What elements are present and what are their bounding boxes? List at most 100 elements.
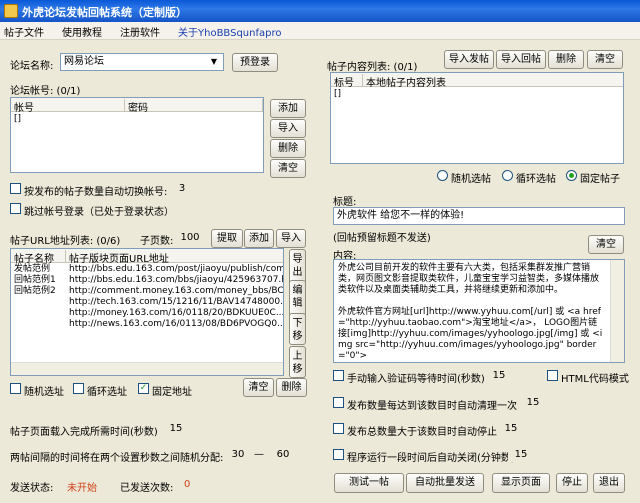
clear-body-button[interactable]: 清空 [588,235,624,254]
accounts-col-account: 帐号 [11,99,125,114]
url-list[interactable]: 帖子名称 帖子版块页面URL地址 发帖范例 http://bbs.edu.163… [10,248,284,376]
menu-about[interactable]: 关于YhoBBSqunfapro [178,24,282,39]
content-col-local: 本地帖子内容列表 [363,74,623,89]
delete-content-button[interactable]: 删除 [548,50,584,69]
content-list[interactable]: 标号 本地帖子内容列表 [] [330,72,624,164]
html-mode-label: HTML代码模式 [561,374,629,385]
prelogin-button[interactable]: 预登录 [232,53,278,72]
list-item[interactable]: [] [14,114,21,125]
interval-max-value[interactable]: 60 [270,447,296,462]
load-time-label: 帖子页面载入完成所需时间(秒数) [10,427,158,438]
captcha-checkbox[interactable] [333,370,344,381]
status-label: 发送状态: [10,483,54,494]
loop-url-checkbox[interactable] [73,383,84,394]
captcha-value[interactable]: 15 [486,368,512,383]
chevron-down-icon: ▼ [210,57,218,66]
fixed-post-radio[interactable] [566,170,577,181]
url-list-hscroll[interactable] [11,362,283,375]
menu-bar: 帖子文件 使用教程 注册软件 关于YhoBBSqunfapro [0,22,640,40]
move-down-button[interactable]: 下移 [289,313,306,345]
content-text: 外虎公司目前开发的软件主要有六大类，包括采集群发推广营销类，网页图文影音提取类软… [338,263,600,295]
url-list-label: 帖子URL地址列表: (0/6) [10,236,121,247]
extract-button[interactable]: 提取 [211,229,243,248]
table-row-url[interactable]: http://tech.163.com/15/1216/11/BAV147480… [69,297,283,308]
table-row[interactable]: 回帖范例1 [14,275,56,286]
loop-post-radio[interactable] [502,170,513,181]
import-account-button[interactable]: 导入 [270,119,306,138]
content-list-label: 帖子内容列表: (0/1) [327,62,418,73]
stop-after-checkbox[interactable] [333,423,344,434]
url-col-address: 帖子版块页面URL地址 [66,250,283,265]
menu-register[interactable]: 注册软件 [120,24,160,39]
fixed-url-label: 固定地址 [152,387,192,398]
delete-url-button[interactable]: 删除 [276,378,307,397]
random-post-radio[interactable] [437,170,448,181]
close-after-value[interactable]: 15 [508,447,534,462]
table-row-url: http://bbs.edu.163.com/post/jiaoyu/publi… [69,264,284,274]
table-row-url: http://bbs.edu.163.com/bbs/jiaoyu/425963… [69,275,284,285]
batch-send-button[interactable]: 自动批量发送 [406,473,484,493]
test-post-button[interactable]: 测试一帖 [334,473,404,493]
table-row-url[interactable]: http://news.163.com/16/0113/08/BD6PVOGQ0… [69,319,283,330]
clear-after-checkbox[interactable] [333,397,344,408]
skip-login-checkbox[interactable] [10,203,21,214]
skip-login-label: 跳过帐号登录（已处于登录状态） [24,207,174,218]
forum-select[interactable]: 网易论坛 ▼ [60,53,224,71]
clear-accounts-button[interactable]: 清空 [270,159,306,178]
content-vscroll[interactable] [610,260,624,362]
loop-post-label: 循环选帖 [516,174,556,185]
content-text-2: 外虎软件官方网址[url]http://www.yyhuu.com[/url] … [338,307,603,361]
interval-dash: — [254,449,264,460]
delete-account-button[interactable]: 删除 [270,139,306,158]
close-after-checkbox[interactable] [333,449,344,460]
accounts-list[interactable]: 帐号 密码 [] [10,97,264,173]
window-title: 外虎论坛发帖回帖系统（定制版） [22,6,187,19]
fixed-url-checkbox[interactable]: ✓ [138,383,149,394]
clear-after-label: 发布数量每达到该数目时自动清理一次 [347,401,517,412]
content-col-index: 标号 [331,74,363,89]
title-input[interactable]: 外虎软件 给您不一样的体验! [333,207,625,225]
table-row-url: http://comment.money.163.com/money_bbs/B… [69,286,284,296]
menu-tutorial[interactable]: 使用教程 [62,24,102,39]
load-time-value[interactable]: 15 [162,421,190,436]
import-reply-button[interactable]: 导入回帖 [496,50,546,69]
fixed-post-label: 固定帖子 [580,174,620,185]
auto-switch-label: 按发布的帖子数量自动切换帐号: [24,187,168,198]
list-item[interactable]: [] [334,89,341,100]
table-row[interactable]: 发帖范例 [14,264,50,275]
show-page-button[interactable]: 显示页面 [492,473,550,493]
add-account-button[interactable]: 添加 [270,99,306,118]
auto-switch-checkbox[interactable] [10,183,21,194]
clear-after-value[interactable]: 15 [520,395,546,410]
forum-label: 论坛名称: [10,61,54,72]
table-row-url[interactable]: http://money.163.com/16/0118/20/BDKUUE0C… [69,308,283,319]
stop-after-label: 发布总数量大于该数目时自动停止 [347,427,497,438]
pages-label: 子页数: [140,236,174,247]
stop-after-value[interactable]: 15 [498,421,524,436]
pages-value[interactable]: 100 [176,230,204,245]
table-row[interactable]: 回帖范例2 [14,286,56,297]
title-label: 标题: [333,197,357,208]
close-after-label: 程序运行一段时间后自动关闭(分钟数) [347,453,515,464]
import-url-button[interactable]: 导入 [276,229,306,248]
auto-switch-value[interactable]: 3 [170,181,194,196]
import-post-button[interactable]: 导入发帖 [444,50,494,69]
exit-button[interactable]: 退出 [593,473,625,493]
stop-button[interactable]: 停止 [556,473,588,493]
edit-url-button[interactable]: 编辑 [289,280,306,317]
sent-count-label: 已发送次数: [120,483,174,494]
random-post-label: 随机选帖 [451,174,491,185]
url-col-name: 帖子名称 [11,250,66,265]
app-icon [4,4,18,18]
captcha-label: 手动输入验证码等待时间(秒数) [347,374,485,385]
content-textarea[interactable]: 外虎公司目前开发的软件主要有六大类，包括采集群发推广营销类，网页图文影音提取类软… [333,259,625,363]
clear-content-button[interactable]: 清空 [587,50,623,69]
move-up-button[interactable]: 上移 [289,346,306,378]
menu-post-file[interactable]: 帖子文件 [4,24,44,39]
add-url-button[interactable]: 添加 [244,229,274,248]
clear-url-button[interactable]: 清空 [243,378,274,397]
status-value: 未开始 [67,483,97,494]
random-url-checkbox[interactable] [10,383,21,394]
html-mode-checkbox[interactable] [547,370,558,381]
interval-min-value[interactable]: 30 [225,447,251,462]
